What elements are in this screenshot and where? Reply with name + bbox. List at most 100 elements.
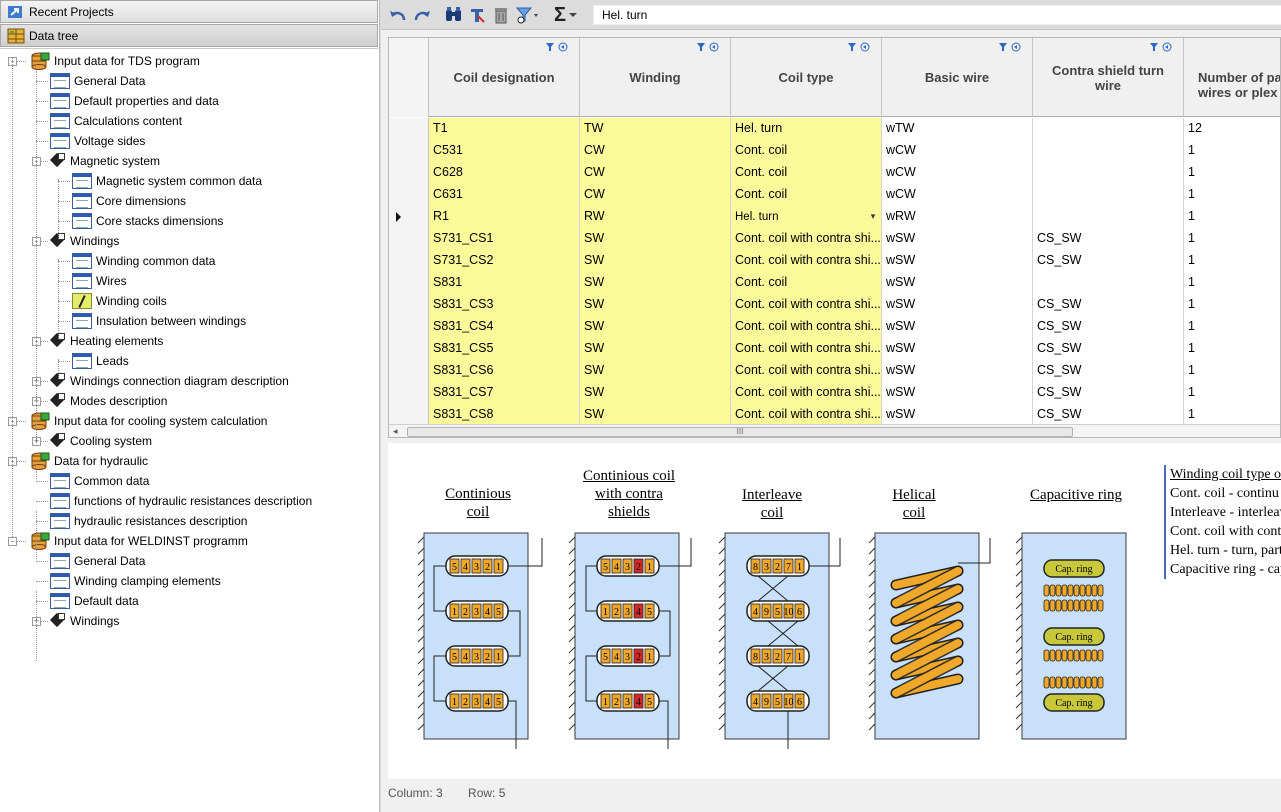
column-filter-icon[interactable] — [696, 42, 720, 57]
table-cell[interactable]: wSW — [882, 338, 1033, 360]
table-cell[interactable]: C628 — [429, 162, 580, 184]
tree-node[interactable]: Data for hydraulic — [30, 451, 148, 471]
table-cell[interactable]: Cont. coil — [731, 184, 882, 206]
scroll-left-icon[interactable]: ◂ — [393, 426, 398, 437]
tree-node[interactable]: Input data for WELDINST programm — [30, 531, 248, 551]
filter-input[interactable]: Hel. turn — [593, 5, 1281, 25]
row-header[interactable] — [389, 294, 429, 316]
row-header[interactable] — [389, 206, 429, 228]
table-cell[interactable] — [1033, 206, 1184, 228]
tree-node[interactable]: Input data for cooling system calculatio… — [30, 411, 267, 431]
sum-icon[interactable]: Σ — [551, 4, 581, 26]
tree-node[interactable]: Core stacks dimensions — [72, 211, 223, 231]
table-cell[interactable]: CS_SW — [1033, 294, 1184, 316]
row-header[interactable] — [389, 360, 429, 382]
column-filter-icon[interactable] — [998, 42, 1022, 57]
table-cell[interactable]: SW — [580, 316, 731, 338]
filter-options-icon[interactable] — [515, 5, 541, 25]
row-header[interactable] — [389, 250, 429, 272]
table-cell[interactable] — [1033, 118, 1184, 140]
tree-node[interactable]: General Data — [50, 551, 145, 571]
table-cell[interactable] — [1033, 272, 1184, 294]
tree-node[interactable]: Magnetic system common data — [72, 171, 262, 191]
table-cell[interactable]: T1 — [429, 118, 580, 140]
table-cell[interactable]: 1 — [1184, 162, 1280, 184]
table-cell[interactable]: Cont. coil — [731, 162, 882, 184]
table-cell[interactable]: S831_CS7 — [429, 382, 580, 404]
table-cell[interactable]: CS_SW — [1033, 250, 1184, 272]
column-header[interactable]: Winding — [580, 38, 731, 117]
row-header[interactable] — [389, 404, 429, 426]
table-row[interactable]: C628 CW Cont. coil wCW 1 — [389, 162, 1280, 184]
table-cell[interactable]: 1 — [1184, 228, 1280, 250]
table-cell[interactable]: 1 — [1184, 294, 1280, 316]
tree-node[interactable]: General Data — [50, 71, 145, 91]
column-header[interactable]: Coil designation — [429, 38, 580, 117]
tree-node[interactable]: Wires — [72, 271, 127, 291]
tree-node[interactable]: Insulation between windings — [72, 311, 246, 331]
tree-node[interactable]: Voltage sides — [50, 131, 145, 151]
tree-node[interactable]: Windings connection diagram description — [50, 371, 289, 391]
tree-node[interactable]: Heating elements — [50, 331, 163, 351]
table-cell[interactable] — [1033, 140, 1184, 162]
table-cell[interactable]: wSW — [882, 316, 1033, 338]
table-row[interactable]: S831 SW Cont. coil wSW 1 — [389, 272, 1280, 294]
tree-node[interactable]: Winding common data — [72, 251, 215, 271]
table-cell[interactable]: 1 — [1184, 272, 1280, 294]
scroll-thumb[interactable]: III — [407, 427, 1073, 437]
table-row[interactable]: S831_CS6 SW Cont. coil with contra shi... w… — [389, 360, 1280, 382]
table-cell[interactable] — [1033, 162, 1184, 184]
table-cell[interactable]: Cont. coil with contra shi... — [731, 382, 882, 404]
row-header[interactable] — [389, 140, 429, 162]
column-header[interactable]: Contra shield turn wire — [1033, 38, 1184, 117]
row-header[interactable] — [389, 228, 429, 250]
table-cell[interactable]: CS_SW — [1033, 382, 1184, 404]
table-cell[interactable]: Cont. coil with contra shi... — [731, 360, 882, 382]
redo-icon[interactable] — [411, 5, 433, 25]
tree-node[interactable]: Windings — [50, 611, 119, 631]
table-cell[interactable]: SW — [580, 404, 731, 426]
table-row[interactable]: C631 CW Cont. coil wCW 1 — [389, 184, 1280, 206]
table-cell[interactable]: 1 — [1184, 404, 1280, 426]
tree-node[interactable]: Winding coils — [72, 291, 167, 311]
undo-icon[interactable] — [387, 5, 409, 25]
column-filter-icon[interactable] — [847, 42, 871, 57]
table-cell[interactable]: Cont. coil with contra shi... — [731, 316, 882, 338]
table-cell[interactable]: S831_CS8 — [429, 404, 580, 426]
collapse-toggle[interactable]: - — [8, 537, 17, 546]
table-cell[interactable]: S731_CS1 — [429, 228, 580, 250]
clear-filter-icon[interactable] — [467, 5, 487, 25]
tree-node[interactable]: Winding clamping elements — [50, 571, 221, 591]
table-cell[interactable]: TW — [580, 118, 731, 140]
table-cell[interactable]: wTW — [882, 118, 1033, 140]
table-cell[interactable]: 1 — [1184, 316, 1280, 338]
table-cell[interactable]: 1 — [1184, 250, 1280, 272]
table-cell[interactable]: wCW — [882, 140, 1033, 162]
table-cell[interactable]: wSW — [882, 294, 1033, 316]
tree-node[interactable]: Default properties and data — [50, 91, 219, 111]
table-cell[interactable]: Cont. coil with contra shi... — [731, 294, 882, 316]
column-filter-icon[interactable] — [545, 42, 569, 57]
table-cell[interactable]: 1 — [1184, 184, 1280, 206]
horizontal-scrollbar[interactable]: ◂ III — [389, 424, 1280, 437]
tree-node[interactable]: Input data for TDS program — [30, 51, 200, 71]
table-cell[interactable]: Cont. coil with contra shi... — [731, 250, 882, 272]
table-cell[interactable]: Cont. coil with contra shi... — [731, 338, 882, 360]
table-cell[interactable]: CW — [580, 162, 731, 184]
table-cell[interactable]: wSW — [882, 382, 1033, 404]
table-cell[interactable]: RW — [580, 206, 731, 228]
table-cell[interactable]: S731_CS2 — [429, 250, 580, 272]
table-cell[interactable]: Cont. coil with contra shi... — [731, 404, 882, 426]
table-row[interactable]: C531 CW Cont. coil wCW 1 — [389, 140, 1280, 162]
table-cell[interactable]: 1 — [1184, 360, 1280, 382]
table-cell[interactable]: S831_CS5 — [429, 338, 580, 360]
table-row[interactable]: R1 RW Hel. turn ▾ wRW 1 — [389, 206, 1280, 228]
table-cell[interactable]: Cont. coil — [731, 140, 882, 162]
tree-node[interactable]: Calculations content — [50, 111, 182, 131]
tree-node[interactable]: Core dimensions — [72, 191, 186, 211]
table-cell[interactable]: SW — [580, 382, 731, 404]
table-cell[interactable]: SW — [580, 294, 731, 316]
tree-node[interactable]: Magnetic system — [50, 151, 160, 171]
table-cell[interactable]: S831_CS4 — [429, 316, 580, 338]
table-row[interactable]: S831_CS8 SW Cont. coil with contra shi... w… — [389, 404, 1280, 426]
